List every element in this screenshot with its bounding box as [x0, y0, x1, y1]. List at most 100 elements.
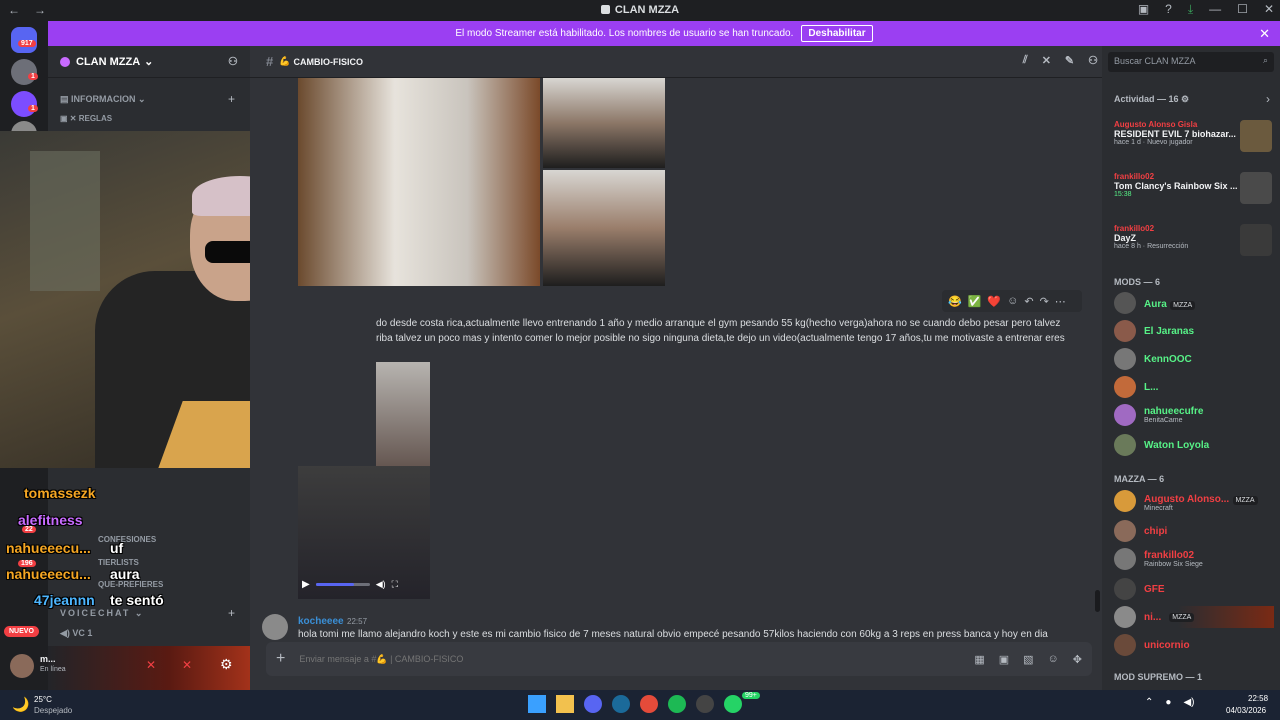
fullscreen-icon[interactable]: ⛶ — [392, 579, 398, 590]
file-explorer-icon[interactable] — [556, 695, 574, 713]
inbox-icon[interactable]: ▣ — [1138, 2, 1149, 17]
member-item[interactable]: Waton Loyola — [1114, 434, 1209, 456]
server-icon[interactable] — [11, 59, 37, 85]
server-search[interactable]: Buscar CLAN MZZA ⌕ — [1108, 52, 1274, 72]
member-item[interactable]: nahueecufre BenitaCame — [1114, 404, 1203, 426]
threads-icon[interactable]: ⫽ — [1023, 54, 1028, 67]
sticker-icon[interactable]: ▧ — [1023, 653, 1033, 666]
add-reaction-icon[interactable]: ☺ — [1007, 295, 1018, 307]
discord-icon[interactable] — [584, 695, 602, 713]
member-item[interactable]: Aura MZZA — [1114, 292, 1196, 314]
more-icon[interactable]: ⋯ — [1055, 295, 1066, 308]
message-input[interactable] — [299, 654, 820, 664]
member-item[interactable]: KennOOC — [1114, 348, 1192, 370]
reply-icon[interactable]: ↶ — [1024, 295, 1033, 308]
member-name: Augusto Alonso... — [1144, 493, 1230, 505]
play-icon[interactable]: ▶ — [302, 579, 310, 590]
channel-confesiones[interactable]: CONFESIONES — [98, 535, 156, 544]
avatar[interactable] — [262, 614, 288, 640]
member-item[interactable]: chipi — [1114, 520, 1167, 542]
member-item[interactable]: Augusto Alonso... MZZA Minecraft — [1114, 490, 1258, 512]
activity-item[interactable]: frankillo02 DayZ hace 8 h · Resurrección — [1114, 224, 1272, 256]
steam-icon[interactable] — [612, 695, 630, 713]
message-image[interactable] — [543, 78, 665, 168]
message-author[interactable]: kocheeee — [298, 616, 344, 627]
add-member-icon[interactable]: ⚇ — [228, 55, 238, 68]
close-button[interactable]: ✕ — [1264, 2, 1274, 17]
minimize-button[interactable]: — — [1209, 2, 1221, 17]
start-icon[interactable] — [528, 695, 546, 713]
activity-item[interactable]: Augusto Alonso Gisla RESIDENT EVIL 7 bio… — [1114, 120, 1272, 152]
add-channel-icon[interactable]: + — [228, 606, 235, 620]
reaction-emoji[interactable]: ❤️ — [987, 295, 1001, 308]
gift-icon[interactable]: ▦ — [974, 653, 984, 666]
banner-close-icon[interactable]: ✕ — [1259, 26, 1270, 42]
gear-icon[interactable]: ⚙ — [220, 656, 233, 673]
clan-tag: MZZA — [1169, 612, 1195, 622]
help-icon[interactable]: ? — [1165, 2, 1172, 17]
user-name: m... — [40, 654, 56, 664]
add-attachment-icon[interactable]: + — [276, 650, 285, 668]
microphone-icon[interactable]: ● — [1165, 697, 1171, 708]
channel-reglas[interactable]: ▣ ✕ REGLAS — [60, 114, 112, 123]
member-item[interactable]: GFE — [1114, 578, 1165, 600]
forward-icon[interactable]: ↷ — [1040, 295, 1049, 308]
member-item[interactable]: frankillo02 Rainbow Six Siege — [1114, 548, 1203, 570]
scrollbar[interactable] — [1095, 590, 1100, 612]
window-controls: ▣ ? ⤓ — ☐ ✕ — [1138, 2, 1274, 17]
member-name: GFE — [1144, 583, 1165, 595]
message-image[interactable] — [298, 78, 540, 286]
server-header[interactable]: CLAN MZZA ⌄ ⚇ — [48, 46, 250, 78]
reaction-emoji[interactable]: 😂 — [948, 295, 962, 308]
member-name: unicornio — [1144, 639, 1190, 651]
apps-icon[interactable]: ✥ — [1073, 653, 1082, 666]
member-name: Aura — [1144, 299, 1167, 310]
gear-icon[interactable]: ⚙ — [1181, 94, 1189, 104]
weather-icon: 🌙 — [12, 696, 30, 712]
mute-mic-icon[interactable]: ✕ — [146, 658, 156, 672]
download-icon[interactable]: ⤓ — [1188, 2, 1193, 17]
new-badge: NUEVO — [4, 626, 39, 637]
hashtag-icon: # — [266, 54, 274, 69]
message-hover-toolbar: 😂 ✅ ❤️ ☺ ↶ ↷ ⋯ — [942, 290, 1082, 312]
volume-icon[interactable]: ◀) — [376, 579, 386, 590]
category-voicechat[interactable]: VOICECHAT ⌄ — [60, 608, 144, 619]
flexed-arm-icon: 💪 — [279, 56, 291, 66]
mute-bell-icon[interactable]: ✕ — [1042, 54, 1051, 67]
window-title-icon — [600, 5, 610, 14]
member-item[interactable]: ni... MZZA — [1114, 606, 1274, 628]
avatar — [1114, 320, 1136, 342]
spotify-icon[interactable] — [668, 695, 686, 713]
members-icon[interactable]: ⚇ — [1088, 54, 1098, 67]
reaction-emoji[interactable]: ✅ — [968, 295, 982, 308]
message-image[interactable] — [543, 170, 665, 286]
obs-icon[interactable] — [696, 695, 714, 713]
stream-chat-user: tomassezk — [24, 485, 96, 501]
voice-channel-vc1[interactable]: ◀) VC 1 — [60, 628, 92, 639]
member-item[interactable]: El Jaranas — [1114, 320, 1194, 342]
mod-supremo-header: MOD SUPREMO — 1 — [1114, 672, 1203, 682]
streamer-mode-banner: El modo Streamer está habilitado. Los no… — [48, 21, 1280, 46]
whatsapp-icon[interactable] — [724, 695, 742, 713]
chevron-down-icon: ⌄ — [134, 608, 145, 618]
activity-item[interactable]: frankillo02 Tom Clancy's Rainbow Six ...… — [1114, 172, 1272, 204]
category-informacion[interactable]: ▤ INFORMACION ⌄ — [60, 94, 146, 105]
disable-streamer-button[interactable]: Deshabilitar — [801, 25, 873, 42]
avatar[interactable] — [10, 654, 34, 678]
pin-icon[interactable]: ✎ — [1065, 54, 1074, 67]
add-channel-icon[interactable]: + — [228, 92, 235, 106]
window-title-text: CLAN MZZA — [614, 4, 680, 16]
server-icon[interactable] — [11, 91, 37, 117]
avatar — [1114, 292, 1136, 314]
maximize-button[interactable]: ☐ — [1237, 2, 1248, 17]
chrome-icon[interactable] — [640, 695, 658, 713]
chevron-right-icon[interactable]: › — [1266, 92, 1270, 106]
volume-icon[interactable]: ◀) — [1183, 697, 1194, 708]
deafen-icon[interactable]: ✕ — [182, 658, 192, 672]
gif-icon[interactable]: ▣ — [999, 653, 1009, 666]
chevron-up-icon[interactable]: ⌃ — [1145, 697, 1153, 708]
video-progress-bar[interactable] — [315, 582, 370, 586]
member-item[interactable]: L... — [1114, 376, 1158, 398]
emoji-icon[interactable]: ☺ — [1048, 653, 1059, 666]
member-item[interactable]: unicornio — [1114, 634, 1190, 656]
